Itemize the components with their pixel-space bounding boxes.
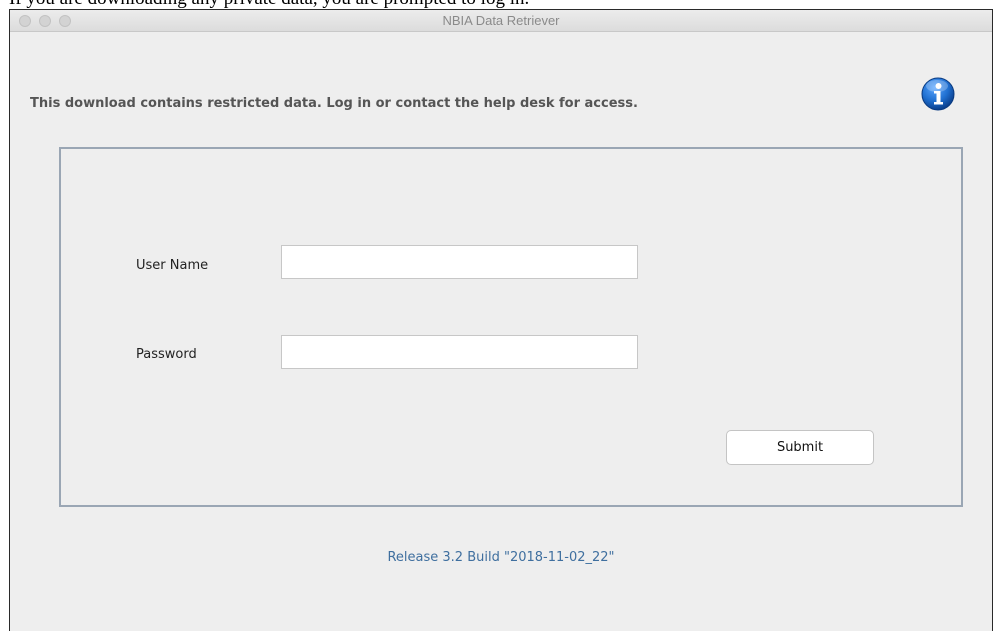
title-bar: NBIA Data Retriever — [10, 10, 992, 32]
username-input[interactable] — [281, 245, 638, 279]
app-window: NBIA Data Retriever This download contai… — [9, 9, 993, 631]
info-icon — [921, 77, 955, 111]
password-label: Password — [136, 347, 197, 362]
window-title: NBIA Data Retriever — [442, 13, 560, 28]
username-label: User Name — [136, 258, 209, 273]
password-input[interactable] — [281, 335, 638, 369]
login-panel: User Name Password Submit — [59, 147, 963, 507]
restricted-data-notice: This download contains restricted data. … — [30, 96, 638, 111]
submit-button[interactable]: Submit — [726, 430, 874, 465]
release-build-label: Release 3.2 Build "2018-11-02_22" — [387, 550, 615, 565]
